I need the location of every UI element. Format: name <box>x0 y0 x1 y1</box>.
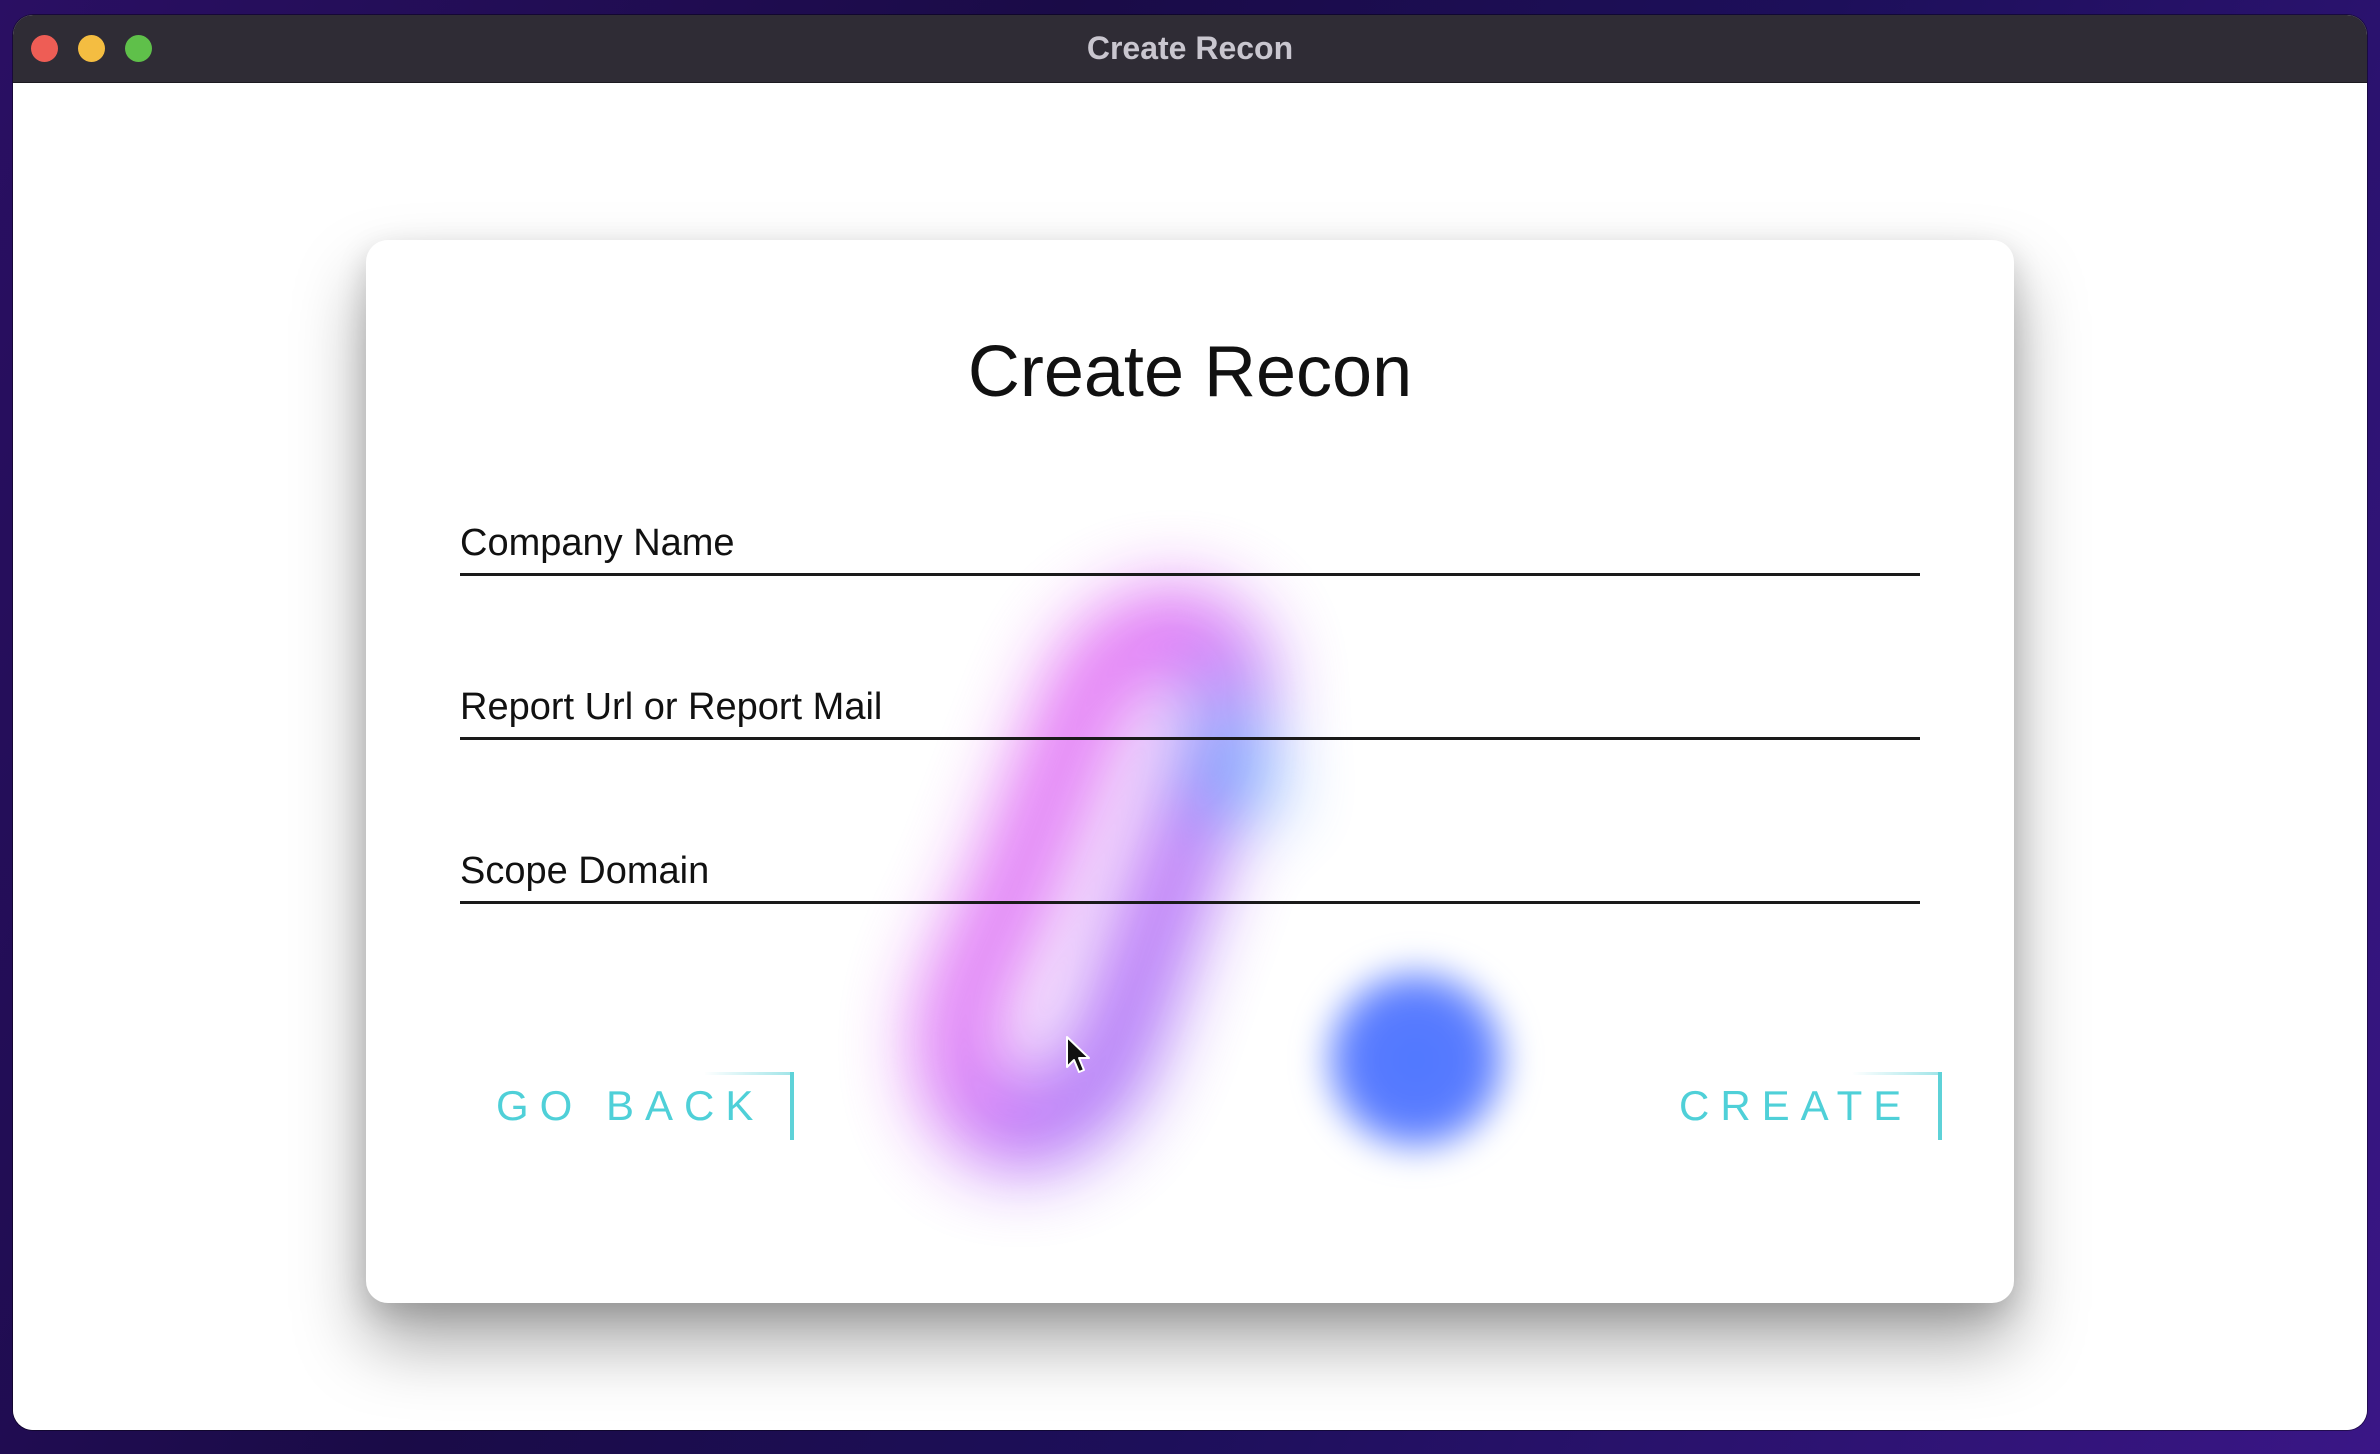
create-button[interactable]: CREATE <box>1679 1072 1943 1140</box>
scope-domain-input[interactable] <box>460 850 1920 893</box>
window-title: Create Recon <box>1086 30 1294 66</box>
company-name-input[interactable] <box>460 522 1920 565</box>
app-window: Create Recon Create Recon Company Name R… <box>13 15 2367 1430</box>
title-bar[interactable]: Create Recon <box>13 15 2367 83</box>
window-content: Create Recon GO BACK CREATE <box>13 83 2367 1430</box>
report-url-input[interactable] <box>460 686 1920 729</box>
scope-domain-field <box>460 821 1920 904</box>
go-back-button[interactable]: GO BACK <box>496 1072 795 1140</box>
page-title: Create Recon <box>967 332 1413 412</box>
mouse-pointer-icon <box>1066 1036 1090 1073</box>
create-recon-card: Create Recon GO BACK CREATE <box>366 240 2014 1303</box>
report-url-field <box>460 657 1920 740</box>
decorative-dot-blob <box>1316 960 1516 1160</box>
company-name-field <box>460 493 1920 576</box>
